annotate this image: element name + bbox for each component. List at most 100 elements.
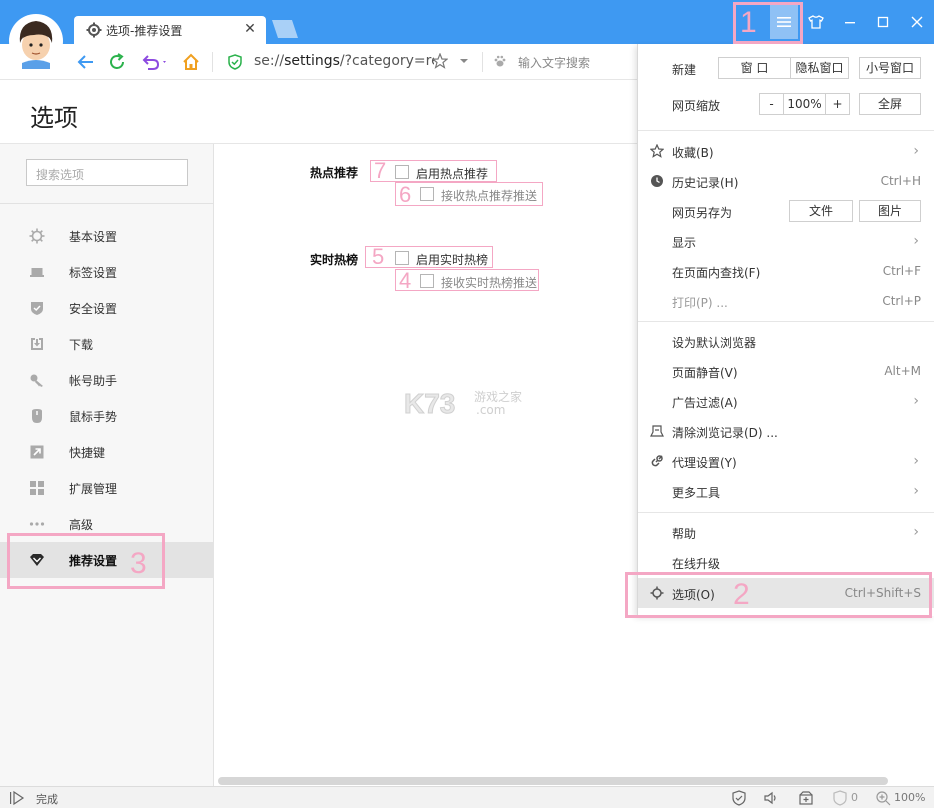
sidebar-item-shortcuts[interactable]: 快捷键: [0, 434, 214, 470]
new-window-button[interactable]: 窗 口: [718, 57, 791, 79]
realtime-section-label: 实时热榜: [310, 253, 359, 267]
close-button[interactable]: [905, 10, 929, 34]
tab-close-icon[interactable]: ✕: [242, 21, 258, 37]
menu-item-label: 设为默认浏览器: [672, 336, 757, 350]
realtime-push-label: 接收实时热榜推送: [441, 276, 538, 290]
hot-push-label: 接收热点推荐推送: [441, 189, 538, 203]
zoom-in-button[interactable]: +: [825, 93, 850, 115]
search-input[interactable]: 输入文字搜索: [518, 54, 590, 71]
sidebar-item-basic[interactable]: 基本设置: [0, 218, 214, 254]
save-file-button[interactable]: 文件: [789, 200, 853, 222]
maximize-button[interactable]: [871, 10, 895, 34]
adblock-icon[interactable]: [832, 790, 848, 806]
menu-item-label: 打印(P) ...: [672, 296, 728, 310]
realtime-enable-checkbox[interactable]: [395, 251, 409, 265]
chevron-right-icon: ›: [913, 483, 919, 499]
extensions-icon: [30, 481, 44, 495]
menu-divider: [638, 130, 934, 131]
menu-item-upgrade[interactable]: 在线升级: [638, 547, 934, 577]
undo-icon[interactable]: [140, 52, 170, 72]
sidebar-item-extensions[interactable]: 扩展管理: [0, 470, 214, 506]
annotation-4: 4: [399, 268, 412, 293]
star-icon: [650, 144, 664, 158]
avatar[interactable]: [8, 13, 64, 69]
diamond-icon: [30, 554, 44, 566]
menu-item-set-default[interactable]: 设为默认浏览器: [638, 326, 934, 356]
mouse-icon: [32, 409, 42, 423]
realtime-push-checkbox[interactable]: [420, 274, 434, 288]
sidebar-item-label: 推荐设置: [69, 554, 118, 568]
menu-item-label: 显示: [672, 236, 697, 250]
menu-item-history[interactable]: 历史记录(H) Ctrl+H: [638, 166, 934, 196]
sidebar-item-label: 鼠标手势: [69, 410, 118, 424]
fullscreen-button[interactable]: 全屏: [859, 93, 921, 115]
gear-icon: [29, 228, 45, 244]
new-small-window-button[interactable]: 小号窗口: [859, 57, 921, 79]
menu-item-favorites[interactable]: 收藏(B) ›: [638, 136, 934, 166]
menu-item-adblock[interactable]: 广告过滤(A) ›: [638, 386, 934, 416]
sidebar-item-mouse-gesture[interactable]: 鼠标手势: [0, 398, 214, 434]
minimize-icon: [845, 22, 855, 24]
menu-item-label: 清除浏览记录(D) ...: [672, 426, 778, 440]
status-bar: 完成 0 100%: [0, 786, 934, 808]
menu-item-options[interactable]: 选项(O) Ctrl+Shift+S: [638, 578, 934, 608]
menu-item-label: 选项(O): [672, 588, 715, 602]
back-icon[interactable]: [76, 52, 96, 72]
new-private-window-button[interactable]: 隐私窗口: [790, 57, 849, 79]
menu-item-label: 在页面内查找(F): [672, 266, 761, 280]
zoom-level: 100%: [894, 791, 926, 804]
hot-enable-checkbox[interactable]: [395, 165, 409, 179]
tab-options[interactable]: 选项-推荐设置 ✕: [74, 16, 266, 44]
hot-push-checkbox[interactable]: [420, 187, 434, 201]
chevron-right-icon: ›: [913, 143, 919, 159]
menu-item-proxy[interactable]: 代理设置(Y) ›: [638, 446, 934, 476]
options-search-input[interactable]: 搜索选项: [26, 159, 188, 186]
menu-item-mute[interactable]: 页面静音(V) Alt+M: [638, 356, 934, 386]
menu-item-label: 历史记录(H): [672, 176, 739, 190]
sidebar-item-advanced[interactable]: 高级: [0, 506, 214, 542]
menu-row-zoom: 网页缩放 - 100% + 全屏: [638, 89, 934, 119]
page-title: 选项: [30, 104, 78, 132]
zoom-icon[interactable]: [875, 790, 891, 806]
horizontal-scrollbar[interactable]: [218, 777, 888, 785]
hot-section-label: 热点推荐: [310, 166, 359, 180]
star-icon[interactable]: [432, 53, 448, 69]
menu-item-label: 页面静音(V): [672, 366, 738, 380]
zoom-out-button[interactable]: -: [759, 93, 784, 115]
sidebar-item-label: 下载: [69, 338, 94, 352]
minimize-button[interactable]: [838, 10, 862, 34]
save-image-button[interactable]: 图片: [859, 200, 921, 222]
menu-item-help[interactable]: 帮助 ›: [638, 517, 934, 547]
menu-item-print[interactable]: 打印(P) ... Ctrl+P: [638, 286, 934, 316]
sidebar-item-account[interactable]: 帐号助手: [0, 362, 214, 398]
url-text[interactable]: se://settings/?category=re: [254, 53, 434, 69]
menu-item-clear-history[interactable]: 清除浏览记录(D) ...: [638, 416, 934, 446]
hot-enable-row: 7 启用热点推荐: [370, 160, 497, 182]
sidebar-item-tabs[interactable]: 标签设置: [0, 254, 214, 290]
dropdown-arrow-icon[interactable]: [459, 58, 469, 64]
sidebar-item-security[interactable]: 安全设置: [0, 290, 214, 326]
skin-button[interactable]: [804, 10, 828, 34]
shortcut-icon: [30, 445, 44, 459]
chevron-right-icon: ›: [913, 393, 919, 409]
sidebar-item-label: 基本设置: [69, 230, 118, 244]
menu-item-display[interactable]: 显示 ›: [638, 226, 934, 256]
speaker-icon[interactable]: [763, 790, 779, 806]
menu-item-more-tools[interactable]: 更多工具 ›: [638, 476, 934, 506]
menu-item-label: 帮助: [672, 527, 697, 541]
menu-button[interactable]: [770, 5, 798, 39]
menu-divider: [638, 512, 934, 513]
home-icon[interactable]: [181, 52, 201, 72]
package-icon[interactable]: [798, 790, 814, 806]
refresh-icon[interactable]: [107, 52, 127, 72]
menu-item-find[interactable]: 在页面内查找(F) Ctrl+F: [638, 256, 934, 286]
tab-icon: [30, 268, 44, 277]
sidebar-item-download[interactable]: 下载: [0, 326, 214, 362]
play-icon[interactable]: [9, 790, 25, 806]
new-tab-icon[interactable]: [272, 20, 298, 38]
sidebar-item-recommend[interactable]: 推荐设置: [0, 542, 214, 578]
annotation-5: 5: [372, 244, 385, 269]
shield-status-icon[interactable]: [731, 790, 747, 806]
menu-item-label: 广告过滤(A): [672, 396, 738, 410]
sidebar-item-label: 快捷键: [69, 446, 106, 460]
